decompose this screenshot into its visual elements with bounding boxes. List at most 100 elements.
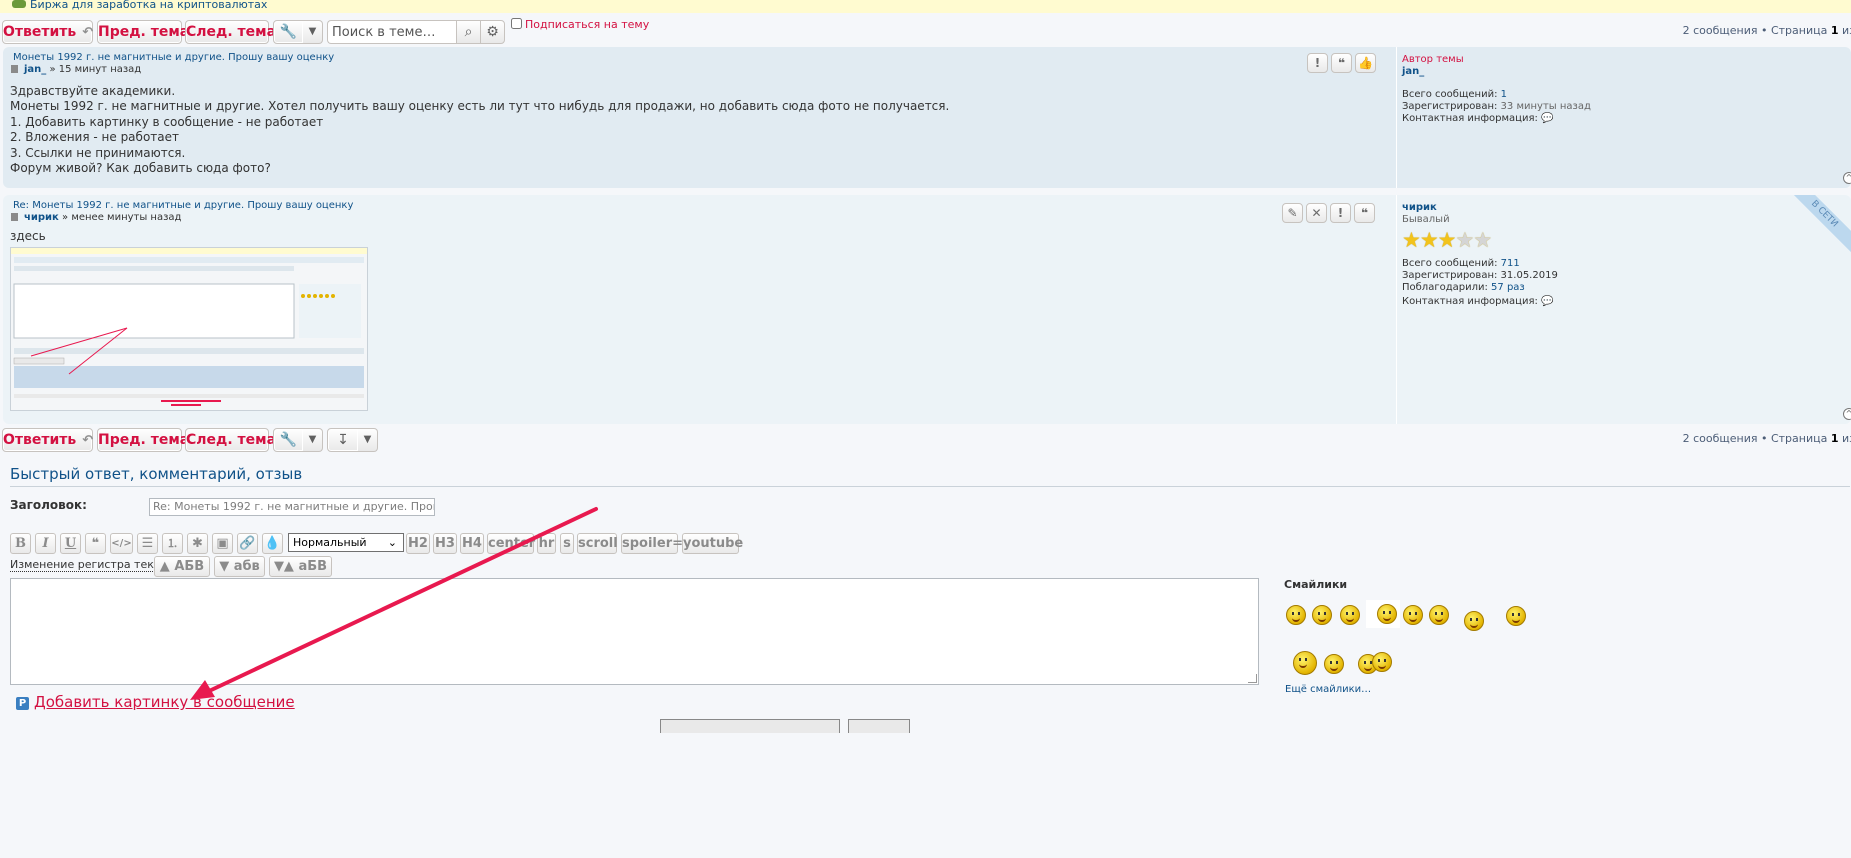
reply-icon: ↶: [82, 433, 94, 448]
submit-button[interactable]: [660, 719, 840, 733]
more-smilies-link[interactable]: Ещё смайлики…: [1285, 684, 1371, 695]
add-image-link[interactable]: P Добавить картинку в сообщение: [16, 693, 295, 711]
back-to-top-icon[interactable]: ^: [1843, 408, 1851, 420]
top-action-bar: Ответить↶ Пред. тема След. тема 🔧 ▼ ⌕ ⚙ …: [0, 18, 1851, 50]
postimage-icon: P: [16, 697, 29, 710]
h2-button[interactable]: H2: [406, 533, 430, 554]
gear-icon[interactable]: ⚙: [480, 20, 505, 44]
h4-button[interactable]: H4: [460, 533, 484, 554]
numbered-list-icon[interactable]: ⒈: [162, 533, 183, 554]
next-topic-button[interactable]: След. тема: [185, 428, 276, 452]
ad-banner[interactable]: Биржа для заработка на криптовалютах: [0, 0, 1851, 13]
post-title-link[interactable]: Монеты 1992 г. не магнитные и другие. Пр…: [13, 52, 334, 63]
subject-input[interactable]: Re: Монеты 1992 г. не магнитные и другие…: [149, 498, 435, 516]
smiley-icon[interactable]: [1403, 605, 1423, 625]
profile-name-link[interactable]: jan_: [1402, 66, 1591, 78]
quote-icon[interactable]: ❝: [1331, 53, 1352, 73]
prev-topic-button[interactable]: Пред. тема: [97, 428, 189, 452]
smiley-icon[interactable]: [1377, 604, 1397, 624]
contact-icon[interactable]: 💬: [1541, 296, 1553, 307]
post-title-link[interactable]: Re: Монеты 1992 г. не магнитные и другие…: [13, 200, 353, 211]
profile-name-link[interactable]: чирик: [1402, 202, 1558, 214]
preview-button[interactable]: [848, 719, 910, 733]
quote-icon[interactable]: ❝: [85, 533, 106, 554]
report-icon[interactable]: !: [1307, 53, 1328, 73]
post-author-link[interactable]: jan_: [24, 64, 46, 75]
link-icon[interactable]: 🔗: [237, 533, 258, 554]
pagination: 2 сообщения • Страница 1 из: [1682, 432, 1851, 445]
color-icon[interactable]: 💧: [262, 533, 283, 554]
banner-text[interactable]: Биржа для заработка на криптовалютах: [30, 0, 267, 11]
quote-icon[interactable]: ❝: [1354, 203, 1375, 223]
subscribe-checkbox-label[interactable]: Подписаться на тему: [511, 18, 649, 31]
italic-button[interactable]: I: [35, 533, 56, 554]
youtube-button[interactable]: youtube: [682, 533, 743, 554]
post-author-line: чирик » менее минуты назад: [11, 212, 181, 223]
smiley-icon[interactable]: [1312, 605, 1332, 625]
smiley-icon[interactable]: [1324, 654, 1344, 674]
wrench-icon: 🔧: [279, 24, 298, 40]
rank-stars: ★★★★★: [1402, 230, 1558, 252]
edit-icon[interactable]: ✎: [1282, 203, 1303, 223]
post-file-icon[interactable]: [11, 65, 18, 73]
profile-posts-link[interactable]: 1: [1501, 89, 1507, 100]
post-file-icon[interactable]: [11, 213, 18, 221]
resize-handle[interactable]: [1248, 674, 1257, 683]
smiley-icon[interactable]: [1506, 606, 1526, 626]
invert-case-button[interactable]: ▼▲ аБВ: [269, 556, 332, 577]
list-item-icon[interactable]: ✱: [187, 533, 208, 554]
h3-button[interactable]: H3: [433, 533, 457, 554]
smiley-icon[interactable]: [1340, 605, 1360, 625]
back-to-top-icon[interactable]: ^: [1843, 172, 1851, 184]
chevron-down-icon[interactable]: ▼: [303, 428, 323, 452]
smiley-icon[interactable]: [1464, 611, 1484, 631]
reply-icon: ↶: [82, 25, 94, 40]
next-topic-button[interactable]: След. тема: [185, 20, 276, 44]
font-size-select[interactable]: Нормальный ⌄: [288, 533, 404, 552]
reply-button[interactable]: Ответить ↶: [2, 20, 93, 44]
bold-button[interactable]: B: [10, 533, 31, 554]
scroll-button[interactable]: scroll: [577, 533, 618, 554]
bottom-action-bar: Ответить ↶ Пред. тема След. тема 🔧 ▼ ↧ ▼ …: [0, 428, 1851, 458]
smiley-icon[interactable]: [1286, 605, 1306, 625]
topic-tools-button[interactable]: 🔧: [273, 428, 304, 452]
sort-options-button[interactable]: ↧: [327, 428, 359, 452]
image-icon[interactable]: ▣: [212, 533, 233, 554]
contact-icon[interactable]: 💬: [1541, 113, 1553, 124]
lowercase-button[interactable]: ▼ абв: [214, 556, 265, 577]
chevron-down-icon: ⌄: [387, 536, 397, 549]
smiley-icon[interactable]: [1372, 652, 1392, 672]
message-textarea[interactable]: [10, 578, 1259, 685]
post-author-link[interactable]: чирик: [24, 212, 59, 223]
center-button[interactable]: center: [487, 533, 535, 554]
banner-icon: [12, 0, 26, 8]
thumbs-up-icon[interactable]: 👍: [1355, 53, 1376, 73]
profile-thanked-link[interactable]: 57 раз: [1491, 282, 1525, 293]
post-image-screenshot[interactable]: [10, 247, 368, 411]
hr-button[interactable]: hr: [537, 533, 556, 554]
underline-button[interactable]: U: [60, 533, 81, 554]
delete-icon[interactable]: ✕: [1306, 203, 1327, 223]
star-filled-icon: ★: [1402, 228, 1421, 252]
code-icon[interactable]: </>: [110, 533, 133, 554]
post-profile: чирик Бывалый ★★★★★ Всего сообщений: 711…: [1402, 202, 1558, 307]
subscribe-checkbox[interactable]: [511, 18, 522, 29]
post-content: Здравствуйте академики. Монеты 1992 г. н…: [10, 84, 950, 176]
wrench-icon: 🔧: [279, 432, 298, 448]
chevron-down-icon[interactable]: ▼: [358, 428, 378, 452]
reply-button[interactable]: Ответить ↶: [2, 428, 93, 452]
uppercase-button[interactable]: ▲ АБВ: [154, 556, 210, 577]
smiley-icon[interactable]: [1429, 605, 1449, 625]
spoiler-button[interactable]: spoiler=: [621, 533, 683, 554]
strike-button[interactable]: s: [560, 533, 574, 554]
list-icon[interactable]: ☰: [137, 533, 158, 554]
report-icon[interactable]: !: [1330, 203, 1351, 223]
topic-tools-button[interactable]: 🔧: [273, 20, 304, 44]
smiley-icon[interactable]: [1293, 651, 1317, 675]
profile-posts-link[interactable]: 711: [1501, 258, 1520, 269]
topic-search-input[interactable]: [327, 20, 477, 44]
chevron-down-icon[interactable]: ▼: [303, 20, 323, 44]
pagination: 2 сообщения • Страница 1 из: [1682, 24, 1851, 37]
search-icon[interactable]: ⌕: [456, 20, 481, 44]
prev-topic-button[interactable]: Пред. тема: [97, 20, 189, 44]
